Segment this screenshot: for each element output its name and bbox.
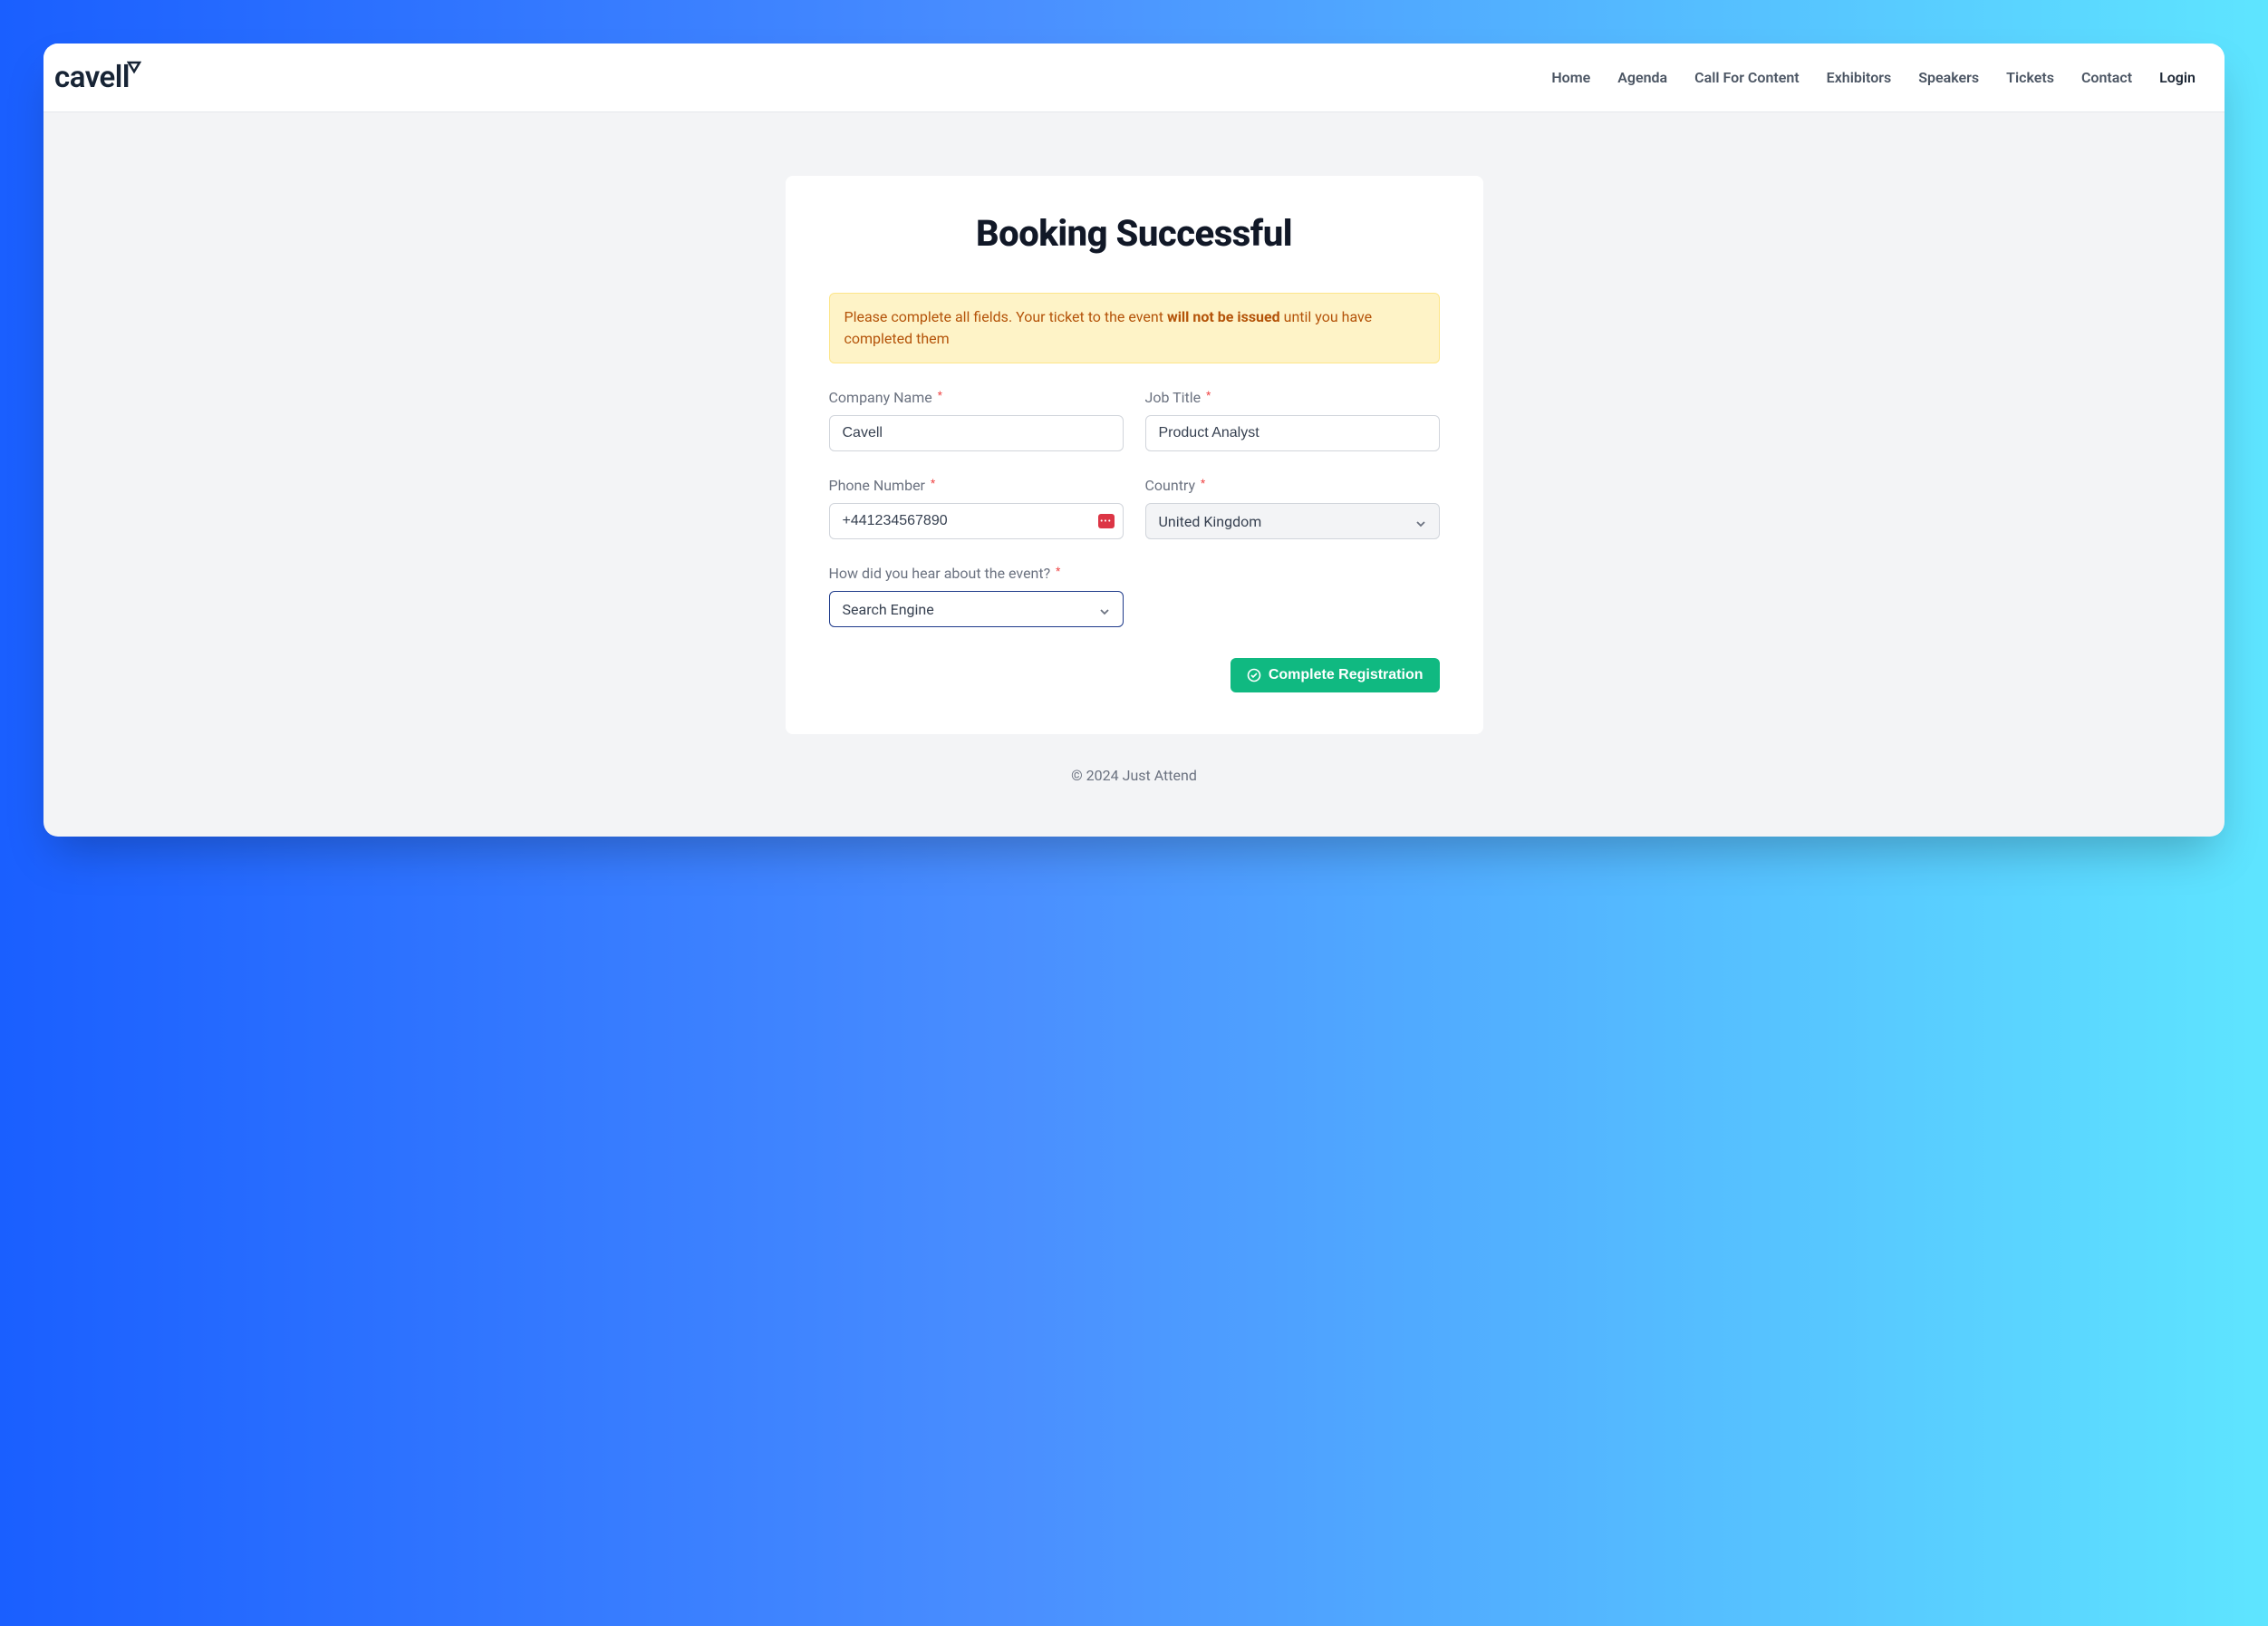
required-marker: *: [1206, 389, 1211, 402]
check-circle-icon: [1247, 668, 1261, 682]
alert-text-bold: will not be issued: [1167, 308, 1280, 325]
footer-text: © 2024 Just Attend: [1071, 767, 1197, 784]
company-input[interactable]: [829, 415, 1124, 451]
job-label: Job Title *: [1145, 389, 1440, 406]
logo[interactable]: cavell: [54, 60, 141, 95]
required-marker: *: [938, 389, 942, 402]
form-actions: Complete Registration: [829, 658, 1440, 692]
nav-tickets[interactable]: Tickets: [2006, 69, 2054, 86]
main-nav: Home Agenda Call For Content Exhibitors …: [1551, 69, 2196, 86]
page-title: Booking Successful: [829, 212, 1440, 255]
country-select[interactable]: United Kingdom: [1145, 503, 1440, 539]
footer: © 2024 Just Attend: [1071, 734, 1197, 809]
company-label: Company Name *: [829, 389, 1124, 406]
logo-text: cavell: [54, 60, 130, 95]
main-content: Booking Successful Please complete all f…: [43, 112, 2225, 837]
nav-contact[interactable]: Contact: [2081, 69, 2132, 86]
nav-exhibitors[interactable]: Exhibitors: [1827, 69, 1892, 86]
required-marker: *: [931, 477, 935, 489]
phone-field-group: Phone Number * •••: [829, 477, 1124, 539]
header: cavell Home Agenda Call For Content Exhi…: [43, 44, 2225, 112]
country-selected-value: United Kingdom: [1159, 513, 1262, 530]
warning-alert: Please complete all fields. Your ticket …: [829, 293, 1440, 363]
complete-registration-button[interactable]: Complete Registration: [1231, 658, 1440, 692]
password-extension-icon[interactable]: •••: [1098, 514, 1115, 528]
company-field-group: Company Name *: [829, 389, 1124, 451]
logo-triangle-icon: [127, 47, 141, 62]
heard-field-group: How did you hear about the event? * Sear…: [829, 565, 1124, 627]
app-window: cavell Home Agenda Call For Content Exhi…: [43, 44, 2225, 837]
nav-call-for-content[interactable]: Call For Content: [1694, 69, 1800, 86]
alert-text-pre: Please complete all fields. Your ticket …: [844, 308, 1167, 325]
job-field-group: Job Title *: [1145, 389, 1440, 451]
heard-selected-value: Search Engine: [843, 601, 934, 618]
phone-input-wrap: •••: [829, 503, 1124, 539]
booking-card: Booking Successful Please complete all f…: [786, 176, 1483, 734]
phone-input[interactable]: [829, 503, 1124, 539]
nav-login[interactable]: Login: [2159, 69, 2196, 86]
heard-label: How did you hear about the event? *: [829, 565, 1124, 582]
required-marker: *: [1201, 477, 1205, 489]
form-grid: Company Name * Job Title * Phone Number: [829, 389, 1440, 627]
chevron-down-icon: [1099, 604, 1110, 615]
required-marker: *: [1056, 565, 1060, 577]
nav-speakers[interactable]: Speakers: [1918, 69, 1979, 86]
nav-home[interactable]: Home: [1551, 69, 1590, 86]
chevron-down-icon: [1415, 516, 1426, 527]
submit-label: Complete Registration: [1269, 667, 1424, 683]
nav-agenda[interactable]: Agenda: [1617, 69, 1667, 86]
country-field-group: Country * United Kingdom: [1145, 477, 1440, 539]
phone-label: Phone Number *: [829, 477, 1124, 494]
job-title-input[interactable]: [1145, 415, 1440, 451]
heard-about-select[interactable]: Search Engine: [829, 591, 1124, 627]
country-label: Country *: [1145, 477, 1440, 494]
